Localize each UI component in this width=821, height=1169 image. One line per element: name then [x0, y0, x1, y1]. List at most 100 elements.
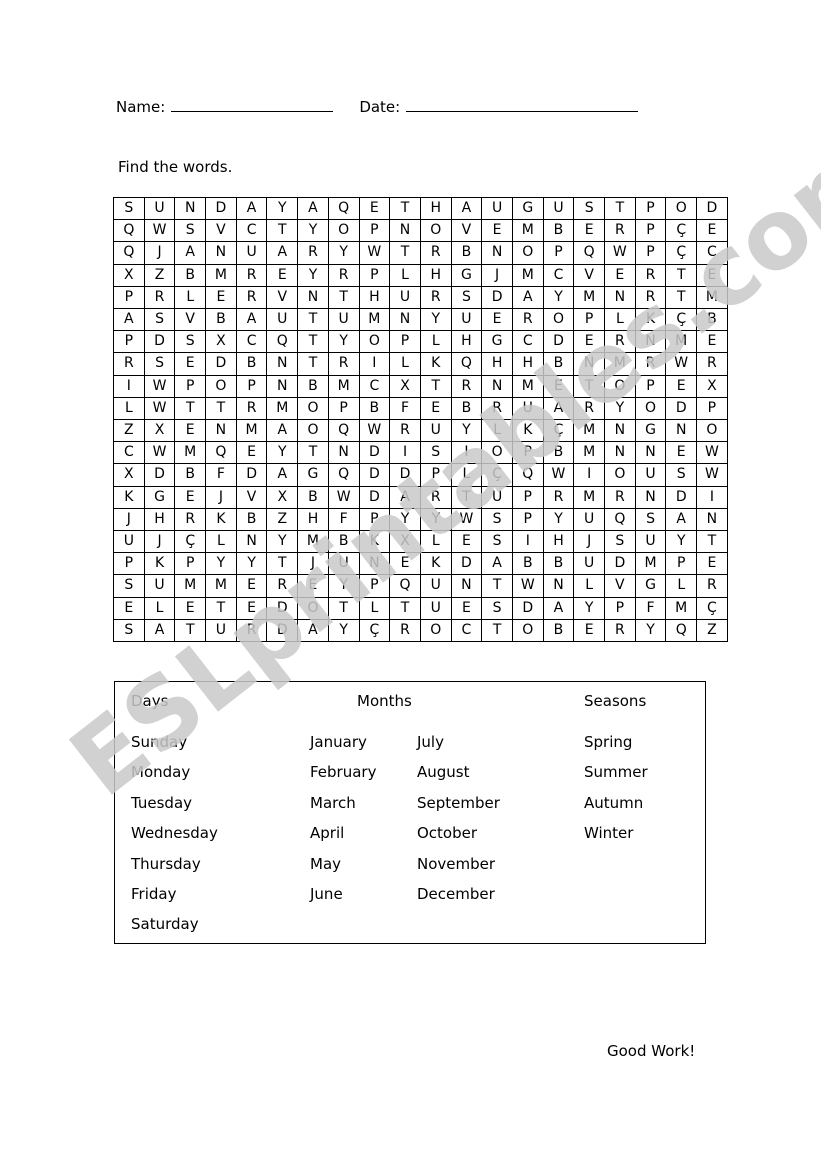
- grid-cell[interactable]: R: [604, 330, 636, 354]
- grid-cell[interactable]: W: [696, 441, 728, 465]
- grid-cell[interactable]: E: [665, 441, 698, 465]
- grid-cell[interactable]: A: [542, 396, 575, 421]
- grid-cell[interactable]: D: [358, 485, 391, 509]
- grid-cell[interactable]: N: [481, 241, 513, 265]
- grid-cell[interactable]: N: [205, 419, 237, 443]
- grid-cell[interactable]: S: [481, 507, 513, 532]
- grid-cell[interactable]: L: [389, 263, 421, 287]
- grid-cell[interactable]: P: [358, 219, 391, 243]
- grid-cell[interactable]: Ç: [174, 530, 207, 554]
- grid-cell[interactable]: V: [174, 308, 207, 332]
- grid-cell[interactable]: Ç: [542, 419, 575, 443]
- grid-cell[interactable]: Y: [327, 618, 360, 643]
- grid-cell[interactable]: E: [696, 330, 728, 354]
- grid-cell[interactable]: M: [511, 374, 544, 398]
- grid-cell[interactable]: W: [358, 241, 391, 265]
- grid-cell[interactable]: T: [205, 396, 237, 421]
- grid-cell[interactable]: S: [113, 196, 145, 221]
- grid-cell[interactable]: M: [665, 596, 698, 620]
- grid-cell[interactable]: N: [604, 285, 636, 310]
- grid-cell[interactable]: E: [235, 574, 268, 598]
- grid-cell[interactable]: P: [235, 374, 268, 398]
- grid-cell[interactable]: Y: [266, 196, 299, 221]
- grid-cell[interactable]: E: [604, 263, 636, 287]
- grid-cell[interactable]: N: [266, 352, 299, 376]
- grid-cell[interactable]: N: [696, 507, 728, 532]
- grid-cell[interactable]: W: [450, 507, 483, 532]
- grid-cell[interactable]: H: [481, 352, 513, 376]
- grid-cell[interactable]: P: [511, 441, 544, 465]
- grid-cell[interactable]: B: [542, 352, 575, 376]
- grid-cell[interactable]: E: [235, 596, 268, 620]
- grid-cell[interactable]: P: [389, 330, 421, 354]
- grid-cell[interactable]: T: [696, 530, 728, 554]
- grid-cell[interactable]: Q: [389, 574, 421, 598]
- grid-cell[interactable]: T: [327, 596, 360, 620]
- grid-cell[interactable]: S: [113, 574, 145, 598]
- grid-cell[interactable]: B: [696, 308, 728, 332]
- grid-cell[interactable]: P: [634, 241, 667, 265]
- grid-cell[interactable]: J: [481, 263, 513, 287]
- grid-cell[interactable]: S: [143, 308, 176, 332]
- grid-cell[interactable]: R: [389, 618, 421, 643]
- grid-cell[interactable]: A: [266, 463, 299, 487]
- grid-cell[interactable]: D: [143, 330, 176, 354]
- grid-cell[interactable]: U: [327, 308, 360, 332]
- grid-cell[interactable]: G: [634, 419, 667, 443]
- grid-cell[interactable]: M: [511, 219, 544, 243]
- grid-cell[interactable]: X: [266, 485, 299, 509]
- grid-cell[interactable]: E: [297, 574, 329, 598]
- grid-cell[interactable]: B: [542, 618, 575, 643]
- grid-cell[interactable]: Y: [419, 507, 452, 532]
- grid-cell[interactable]: L: [389, 352, 421, 376]
- grid-cell[interactable]: O: [481, 441, 513, 465]
- grid-cell[interactable]: W: [143, 374, 176, 398]
- grid-cell[interactable]: S: [634, 507, 667, 532]
- grid-cell[interactable]: W: [696, 463, 728, 487]
- grid-cell[interactable]: G: [297, 463, 329, 487]
- grid-cell[interactable]: O: [696, 419, 728, 443]
- grid-cell[interactable]: J: [113, 507, 145, 532]
- grid-cell[interactable]: N: [665, 419, 698, 443]
- grid-cell[interactable]: S: [174, 330, 207, 354]
- grid-cell[interactable]: N: [327, 441, 360, 465]
- grid-cell[interactable]: S: [419, 441, 452, 465]
- grid-cell[interactable]: N: [481, 374, 513, 398]
- grid-cell[interactable]: K: [511, 419, 544, 443]
- grid-cell[interactable]: P: [113, 285, 145, 310]
- grid-cell[interactable]: Q: [665, 618, 698, 643]
- grid-cell[interactable]: R: [634, 352, 667, 376]
- grid-cell[interactable]: R: [327, 352, 360, 376]
- grid-cell[interactable]: U: [419, 419, 452, 443]
- grid-cell[interactable]: T: [327, 285, 360, 310]
- grid-cell[interactable]: R: [235, 396, 268, 421]
- grid-cell[interactable]: H: [419, 196, 452, 221]
- grid-cell[interactable]: E: [419, 396, 452, 421]
- grid-cell[interactable]: Y: [205, 552, 237, 576]
- grid-cell[interactable]: Y: [542, 507, 575, 532]
- grid-cell[interactable]: B: [327, 530, 360, 554]
- grid-cell[interactable]: N: [542, 574, 575, 598]
- grid-cell[interactable]: W: [143, 219, 176, 243]
- grid-cell[interactable]: M: [511, 263, 544, 287]
- grid-cell[interactable]: O: [511, 241, 544, 265]
- grid-cell[interactable]: Y: [665, 530, 698, 554]
- grid-cell[interactable]: O: [542, 308, 575, 332]
- name-input-rule[interactable]: [171, 98, 334, 112]
- grid-cell[interactable]: B: [511, 552, 544, 576]
- grid-cell[interactable]: D: [665, 396, 698, 421]
- grid-cell[interactable]: B: [542, 441, 575, 465]
- grid-cell[interactable]: T: [573, 374, 605, 398]
- grid-cell[interactable]: A: [113, 308, 145, 332]
- grid-cell[interactable]: T: [174, 396, 207, 421]
- grid-cell[interactable]: A: [266, 241, 299, 265]
- grid-cell[interactable]: O: [297, 396, 329, 421]
- grid-cell[interactable]: Z: [143, 263, 176, 287]
- grid-cell[interactable]: N: [389, 308, 421, 332]
- grid-cell[interactable]: V: [266, 285, 299, 310]
- grid-cell[interactable]: C: [542, 263, 575, 287]
- grid-cell[interactable]: N: [573, 352, 605, 376]
- grid-cell[interactable]: V: [604, 574, 636, 598]
- grid-cell[interactable]: B: [235, 507, 268, 532]
- grid-cell[interactable]: P: [113, 552, 145, 576]
